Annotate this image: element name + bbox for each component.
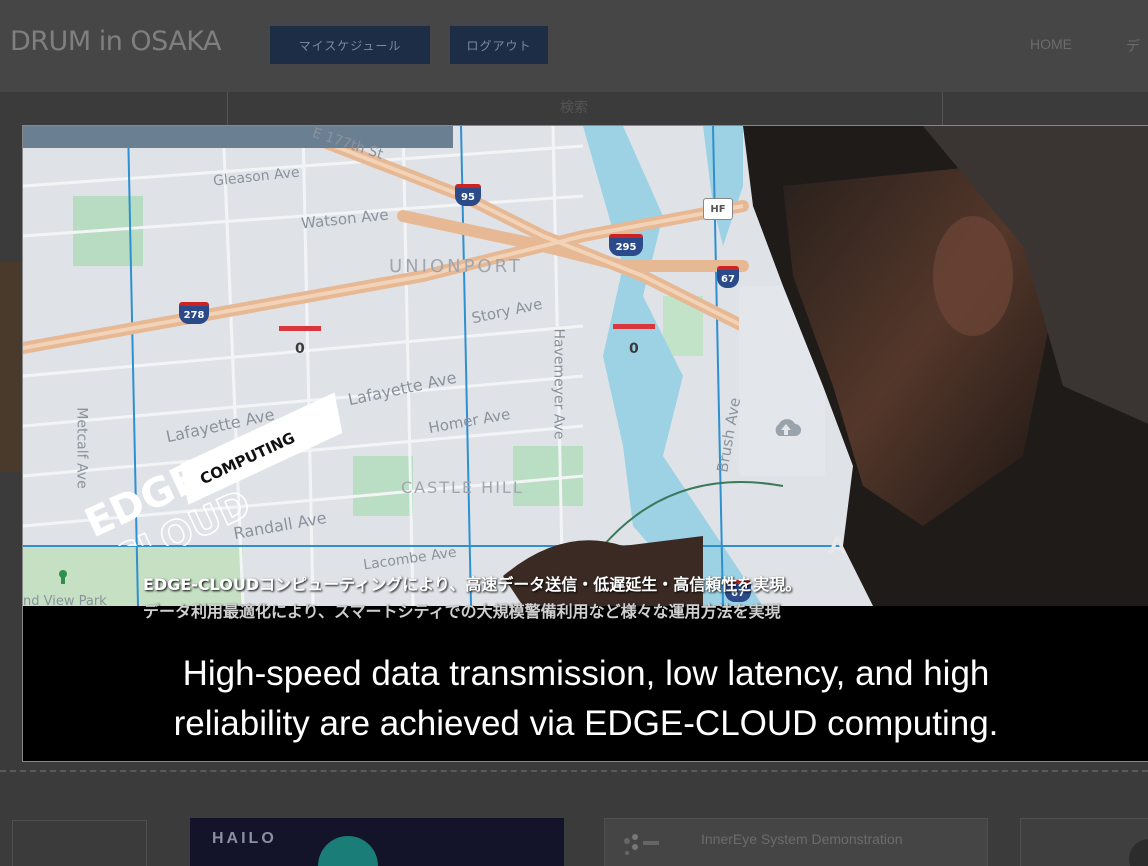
interstate-shield-icon: 95 (455, 184, 481, 206)
column-divider (227, 92, 228, 126)
avatar (1129, 839, 1148, 866)
district-label: UNIONPORT (389, 256, 523, 277)
exhibit-card[interactable] (12, 820, 147, 866)
map-marker-value: 0 (629, 341, 639, 357)
search-heading: 検索 (560, 100, 588, 116)
hailo-logo: HAILO (212, 830, 277, 847)
district-label: CASTLE HILL (401, 478, 524, 497)
video-frame[interactable]: 95 295 278 67 HF 67 E 177th St Gleason A… (23, 126, 1148, 606)
card-title: InnerEye System Demonstration (701, 831, 903, 847)
interstate-shield-icon: 278 (179, 302, 209, 324)
subtitle-english-line-2: reliability are achieved via EDGE-CLOUD … (173, 704, 999, 743)
innereye-logo-icon (624, 834, 659, 855)
exhibit-card[interactable] (1020, 818, 1148, 866)
presenter-silhouette (743, 126, 1148, 606)
logout-button[interactable]: ログアウト (450, 26, 548, 64)
site-title: DRUM in OSAKA (10, 26, 221, 57)
subtitle-japanese-line-1: EDGE-CLOUDコンピューティングにより、高速データ送信・低遅延生・高信頼性… (143, 575, 802, 594)
subtitle-japanese-line-2: データ利用最適化により、スマートシティでの大規模警備利用など様々な運用方法を実現 (143, 602, 781, 621)
interstate-shield-icon: 295 (609, 234, 643, 256)
avatar (318, 836, 378, 866)
section-divider (0, 770, 1148, 772)
exhibit-card-hailo[interactable]: HAILO (190, 818, 564, 866)
nav-next-link[interactable]: デ (1126, 36, 1140, 56)
column-divider (942, 92, 943, 126)
site-header: DRUM in OSAKA マイスケジュール ログアウト HOME デ (0, 0, 1148, 92)
video-player[interactable]: 95 295 278 67 HF 67 E 177th St Gleason A… (22, 125, 1148, 762)
street-label: Havemeyer Ave (550, 328, 567, 440)
subtitle-english-line-1: High-speed data transmission, low latenc… (182, 654, 990, 693)
my-schedule-button[interactable]: マイスケジュール (270, 26, 430, 64)
edge-cloud-badge: COMPUTING EDGE CLOUD (78, 392, 343, 546)
exhibit-card-innereye[interactable]: InnerEye System Demonstration (604, 818, 988, 866)
map-marker-value: 0 (295, 341, 305, 357)
park-label: nd View Park (23, 594, 107, 606)
background-thumbnail-strip (0, 262, 22, 472)
nav-home-link[interactable]: HOME (1030, 36, 1072, 52)
